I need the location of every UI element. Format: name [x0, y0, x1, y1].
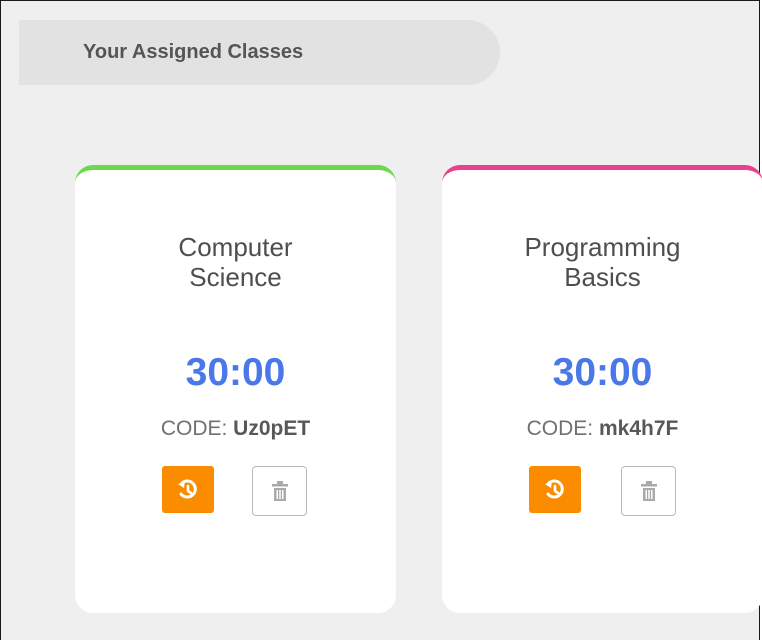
page-frame: Your Assigned Classes Computer Science 3…: [0, 0, 762, 640]
delete-class-button[interactable]: [621, 466, 676, 516]
trash-icon: [640, 481, 657, 501]
class-code: CODE: mk4h7F: [442, 417, 762, 441]
class-title-line: Programming: [524, 232, 681, 262]
class-timer: 30:00: [552, 351, 653, 394]
class-title-line: Science: [189, 262, 282, 292]
class-title: Computer Science: [75, 232, 396, 292]
delete-class-button[interactable]: [252, 466, 307, 516]
class-title-line: Computer: [178, 232, 293, 262]
class-card-computer-science: Computer Science 30:00 CODE: Uz0pET: [75, 165, 396, 613]
class-code-value: Uz0pET: [233, 417, 311, 440]
class-title: Programming Basics: [442, 232, 762, 292]
class-code: CODE: Uz0pET: [75, 417, 396, 441]
restart-timer-button[interactable]: [162, 466, 214, 513]
class-code-label: CODE:: [526, 417, 594, 440]
trash-icon: [271, 481, 288, 501]
restart-timer-icon: [178, 479, 197, 499]
restart-timer-icon: [545, 479, 564, 499]
class-code-value: mk4h7F: [598, 417, 679, 440]
class-code-label: CODE:: [160, 417, 228, 440]
class-timer: 30:00: [185, 351, 286, 394]
restart-timer-button[interactable]: [529, 466, 581, 513]
section-header: Your Assigned Classes: [19, 20, 500, 85]
section-title: Your Assigned Classes: [83, 41, 304, 63]
class-title-line: Basics: [564, 262, 641, 292]
class-card-programming-basics: Programming Basics 30:00 CODE: mk4h7F: [442, 165, 762, 613]
